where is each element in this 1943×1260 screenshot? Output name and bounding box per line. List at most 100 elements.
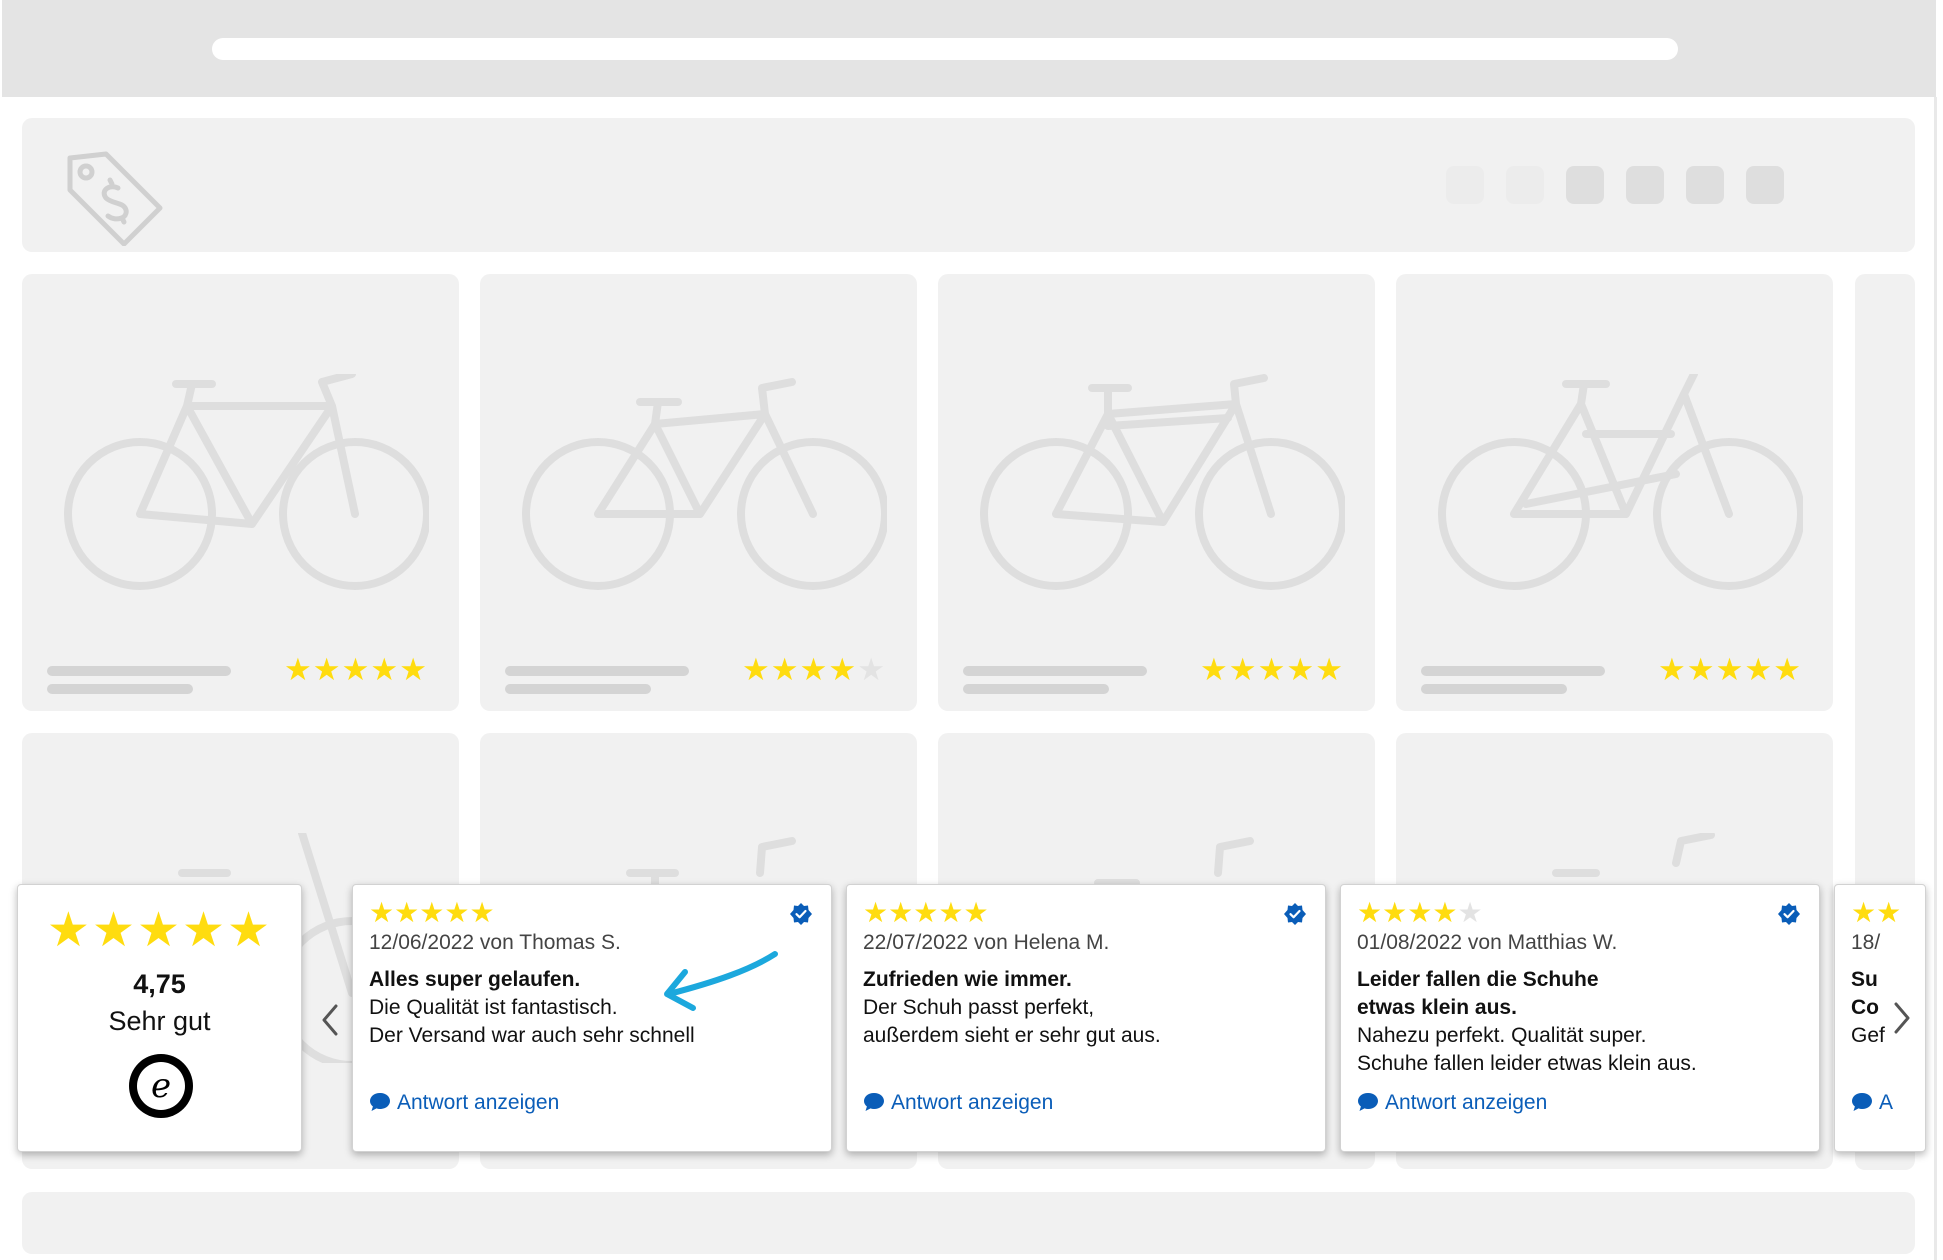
product-title-placeholder <box>505 666 689 676</box>
review-meta: 12/06/2022 von Thomas S. <box>369 931 621 954</box>
badge-letter: e <box>151 1066 171 1106</box>
reply-label: Antwort anzeigen <box>397 1091 560 1114</box>
star-filled-icon: ★ <box>1686 652 1716 687</box>
product-title-placeholder <box>1421 666 1605 676</box>
review-meta: 01/08/2022 von Matthias W. <box>1357 931 1618 954</box>
product-rating-stars: ★★★★★ <box>742 654 886 685</box>
star-filled-icon: ★ <box>888 897 914 928</box>
rating-label: Sehr gut <box>108 1006 211 1036</box>
star-filled-icon: ★ <box>369 897 395 928</box>
star-empty-icon: ★ <box>1457 897 1483 928</box>
product-subtitle-placeholder <box>1421 684 1567 694</box>
review-card-2[interactable]: ★★★★★ 22/07/2022 von Helena M. Zufrieden… <box>846 884 1326 1152</box>
review-title-line: etwas klein aus. <box>1357 996 1517 1019</box>
product-subtitle-placeholder <box>963 684 1109 694</box>
review-card-3[interactable]: ★★★★★ 01/08/2022 von Matthias W. Leider … <box>1340 884 1820 1152</box>
chevron-right-icon[interactable] <box>1886 988 1916 1048</box>
nav-dot-3[interactable] <box>1566 166 1604 204</box>
star-filled-icon: ★ <box>963 897 989 928</box>
star-filled-icon: ★ <box>1851 897 1877 928</box>
review-card-1[interactable]: ★★★★★ 12/06/2022 von Thomas S. Alles sup… <box>352 884 832 1152</box>
bicycle-icon <box>64 374 429 590</box>
star-filled-icon: ★ <box>1715 652 1745 687</box>
star-filled-icon: ★ <box>913 897 939 928</box>
nav-dot-2[interactable] <box>1506 166 1544 204</box>
footer-placeholder <box>22 1192 1915 1254</box>
star-filled-icon: ★ <box>370 652 400 687</box>
trusted-badge-icon[interactable]: e <box>128 1053 194 1119</box>
product-card-3[interactable]: ★★★★★ <box>938 274 1375 711</box>
star-filled-icon: ★ <box>1286 652 1316 687</box>
review-meta: 22/07/2022 von Helena M. <box>863 931 1110 954</box>
star-filled-icon: ★ <box>1744 652 1774 687</box>
product-card-2[interactable]: ★★★★★ <box>480 274 917 711</box>
star-filled-icon: ★ <box>1257 652 1287 687</box>
review-body-line: außerdem sieht er sehr gut aus. <box>863 1024 1161 1047</box>
star-filled-icon: ★ <box>399 652 428 687</box>
product-card-4[interactable]: ★★★★★ <box>1396 274 1833 711</box>
star-filled-icon: ★ <box>182 904 228 957</box>
reply-label: Antwort anzeigen <box>1385 1091 1548 1114</box>
star-filled-icon: ★ <box>136 904 183 957</box>
bicycle-icon <box>1438 374 1803 590</box>
nav-dot-6[interactable] <box>1746 166 1784 204</box>
speech-bubble-icon <box>1358 1093 1378 1111</box>
star-filled-icon: ★ <box>1658 652 1687 687</box>
nav-dot-4[interactable] <box>1626 166 1664 204</box>
review-title-line: Zufrieden wie immer. <box>863 968 1072 991</box>
star-filled-icon: ★ <box>1876 897 1902 928</box>
star-filled-icon: ★ <box>1773 652 1802 687</box>
speech-bubble-icon <box>864 1093 884 1111</box>
star-filled-icon: ★ <box>394 897 420 928</box>
star-filled-icon: ★ <box>1432 897 1458 928</box>
star-filled-icon: ★ <box>91 904 137 957</box>
chevron-left-icon[interactable] <box>314 990 344 1050</box>
star-filled-icon: ★ <box>341 652 371 687</box>
review-body-line: Nahezu perfekt. Qualität super. <box>1357 1024 1647 1047</box>
star-empty-icon: ★ <box>857 652 886 687</box>
review-title: Leider fallen die Schuhe etwas klein aus… <box>1357 966 1787 1022</box>
reply-label: A <box>1879 1091 1894 1114</box>
nav-dot-1[interactable] <box>1446 166 1484 204</box>
bicycle-icon <box>980 374 1345 590</box>
bicycle-icon <box>522 378 887 590</box>
show-reply-link[interactable]: Antwort anzeigen <box>863 1091 1053 1115</box>
address-bar[interactable] <box>212 38 1678 60</box>
review-stars: ★★★★★ <box>863 899 989 927</box>
price-tag-dollar-icon[interactable] <box>62 146 172 246</box>
browser-toolbar <box>2 0 1936 97</box>
star-filled-icon: ★ <box>1382 897 1408 928</box>
product-subtitle-placeholder <box>505 684 651 694</box>
nav-dot-5[interactable] <box>1686 166 1724 204</box>
star-filled-icon: ★ <box>227 904 273 957</box>
star-filled-icon: ★ <box>1357 897 1383 928</box>
star-filled-icon: ★ <box>799 652 829 687</box>
product-rating-stars: ★★★★★ <box>1200 654 1344 685</box>
review-title: Zufrieden wie immer. <box>863 966 1293 994</box>
star-filled-icon: ★ <box>742 652 771 687</box>
product-rating-stars: ★★★★★ <box>284 654 428 685</box>
product-rating-stars: ★★★★★ <box>1658 654 1802 685</box>
show-reply-link[interactable]: Antwort anzeigen <box>369 1091 559 1115</box>
star-filled-icon: ★ <box>469 897 495 928</box>
reply-label: Antwort anzeigen <box>891 1091 1054 1114</box>
rating-score: 4,75 <box>133 969 186 999</box>
product-title-placeholder <box>47 666 231 676</box>
speech-bubble-icon <box>370 1093 390 1111</box>
review-title-line: Leider fallen die Schuhe <box>1357 968 1599 991</box>
summary-stars: ★★★★★ <box>18 907 301 955</box>
review-body-line: Der Versand war auch sehr schnell <box>369 1024 695 1047</box>
review-body-line: Schuhe fallen leider etwas klein aus. <box>1357 1052 1697 1075</box>
product-subtitle-placeholder <box>47 684 193 694</box>
star-filled-icon: ★ <box>863 897 889 928</box>
show-reply-link[interactable]: Antwort anzeigen <box>1357 1091 1547 1115</box>
product-card-1[interactable]: ★★★★★ <box>22 274 459 711</box>
star-filled-icon: ★ <box>444 897 470 928</box>
review-stars: ★★★★★ <box>369 899 495 927</box>
annotation-arrow-icon <box>664 951 778 1011</box>
rating-summary[interactable]: ★★★★★ 4,75 Sehr gut e <box>17 884 302 1152</box>
star-filled-icon: ★ <box>1407 897 1433 928</box>
verified-icon <box>1284 903 1306 925</box>
review-body: Der Schuh passt perfekt, außerdem sieht … <box>863 994 1313 1050</box>
show-reply-link[interactable]: A <box>1851 1091 1893 1115</box>
